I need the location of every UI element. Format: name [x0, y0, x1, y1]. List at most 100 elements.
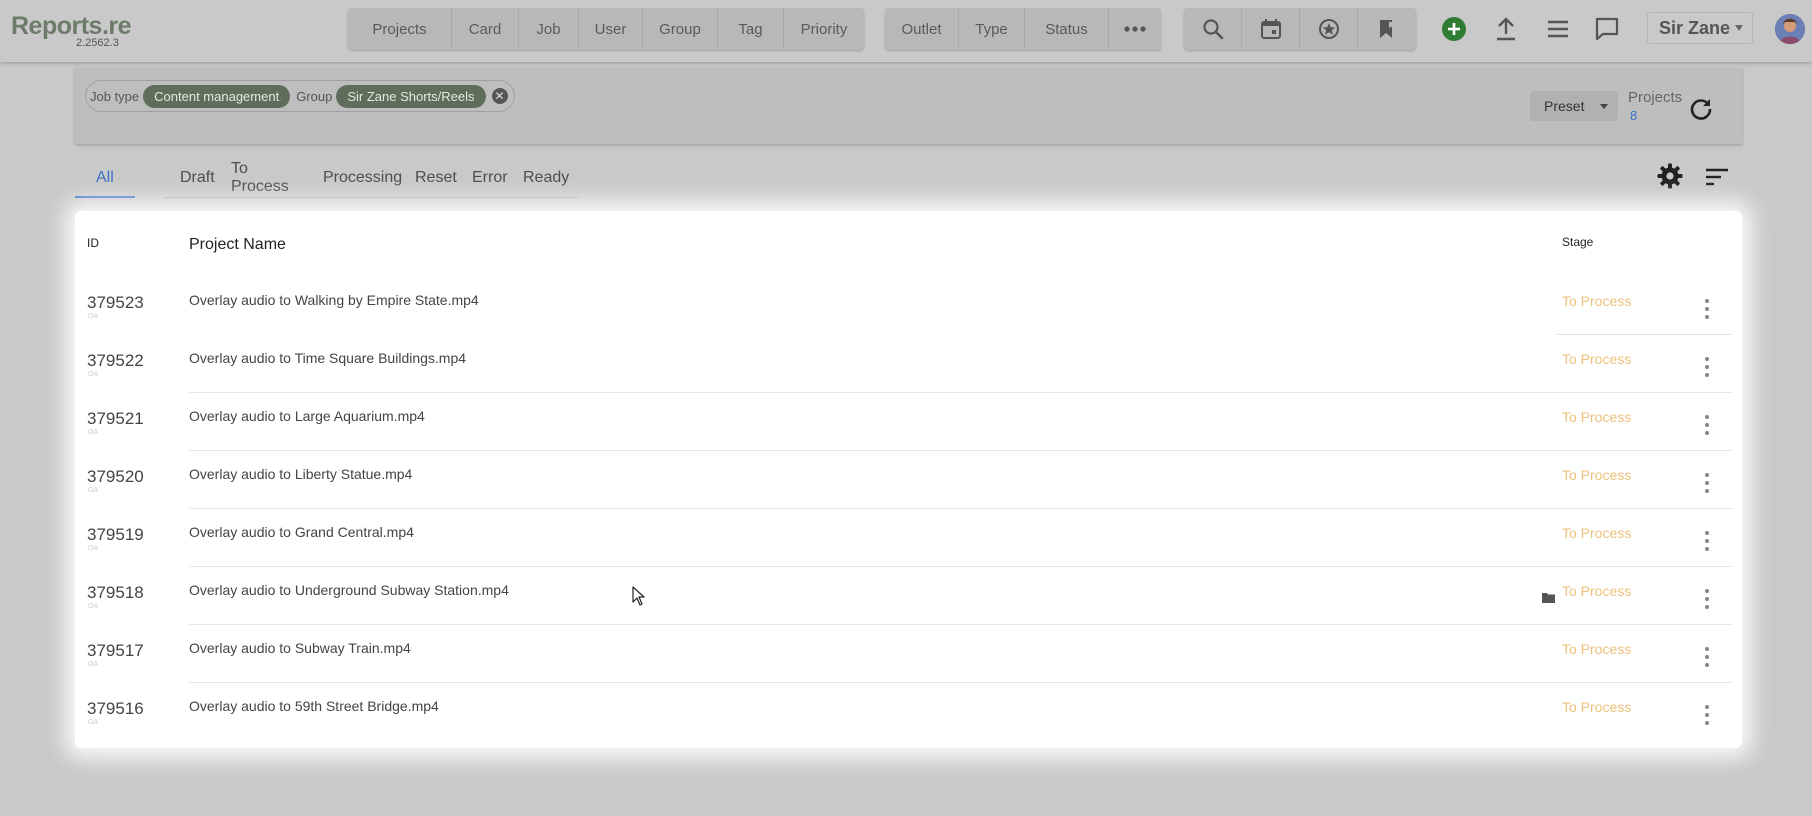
nav-status-button[interactable]: Status — [1025, 8, 1109, 50]
table-row[interactable]: 379516 OA Overlay audio to 59th Street B… — [75, 683, 1742, 741]
column-header-stage[interactable]: Stage — [1562, 235, 1593, 249]
row-project-name[interactable]: Overlay audio to Walking by Empire State… — [189, 292, 479, 308]
table-row[interactable]: 379519 OA Overlay audio to Grand Central… — [75, 509, 1742, 567]
add-button[interactable] — [1439, 14, 1469, 44]
calendar-button[interactable] — [1242, 8, 1300, 50]
tab-to-process[interactable]: To Process — [231, 158, 289, 198]
tab-processing[interactable]: Processing — [323, 158, 402, 198]
nav-job-button[interactable]: Job — [519, 8, 579, 50]
row-menu-button[interactable] — [1700, 587, 1714, 611]
row-project-name[interactable]: Overlay audio to Underground Subway Stat… — [189, 582, 509, 598]
nav-projects-button[interactable]: Projects — [348, 8, 452, 50]
table-row[interactable]: 379523 OA Overlay audio to Walking by Em… — [75, 277, 1742, 335]
nav-priority-button[interactable]: Priority — [784, 8, 864, 50]
tab-error[interactable]: Error — [472, 158, 508, 198]
sort-icon — [1704, 164, 1730, 190]
bookmarks-button[interactable] — [1358, 8, 1416, 50]
job-type-filter-label: Job type — [90, 88, 140, 104]
nav-type-button[interactable]: Type — [959, 8, 1025, 50]
row-project-name[interactable]: Overlay audio to Time Square Buildings.m… — [189, 350, 466, 366]
primary-filter-group: Projects Card Job User Group Tag Priorit… — [348, 8, 864, 50]
nav-card-button[interactable]: Card — [452, 8, 519, 50]
user-name: Sir Zane — [1659, 17, 1731, 38]
favorites-button[interactable] — [1300, 8, 1358, 50]
tab-reset[interactable]: Reset — [415, 158, 457, 198]
row-menu-button[interactable] — [1700, 471, 1714, 495]
row-project-name[interactable]: Overlay audio to Large Aquarium.mp4 — [189, 408, 425, 424]
row-menu-button[interactable] — [1700, 297, 1714, 321]
tab-ready[interactable]: Ready — [523, 158, 569, 198]
preset-label: Preset — [1544, 98, 1585, 114]
column-header-id[interactable]: ID — [87, 236, 99, 250]
group-filter-chip[interactable]: Sir Zane Shorts/Reels — [336, 84, 486, 108]
more-vertical-icon — [1705, 705, 1709, 709]
row-id: 379518 — [87, 583, 144, 602]
folder-icon[interactable] — [1542, 590, 1555, 603]
row-stage: To Process — [1562, 409, 1632, 425]
projects-count-label: Projects — [1628, 89, 1683, 106]
preset-dropdown[interactable]: Preset — [1530, 91, 1618, 121]
row-project-name[interactable]: Overlay audio to Subway Train.mp4 — [189, 640, 411, 656]
more-vertical-icon — [1705, 531, 1709, 535]
table-row[interactable]: 379520 OA Overlay audio to Liberty Statu… — [75, 451, 1742, 509]
more-vertical-icon — [1705, 357, 1709, 361]
table-row[interactable]: 379522 OA Overlay audio to Time Square B… — [75, 335, 1742, 393]
job-type-filter-chip[interactable]: Content management — [143, 84, 291, 108]
row-sub-code: OA — [88, 603, 99, 610]
app-logo[interactable]: Reports.re 2.2562.3 — [11, 12, 132, 52]
nav-tag-button[interactable]: Tag — [718, 8, 784, 50]
search-button[interactable] — [1184, 8, 1242, 50]
row-id: 379522 — [87, 351, 144, 370]
row-id: 379517 — [87, 641, 144, 660]
more-button[interactable] — [1109, 8, 1161, 50]
table-row[interactable]: 379521 OA Overlay audio to Large Aquariu… — [75, 393, 1742, 451]
more-vertical-icon — [1705, 299, 1709, 303]
refresh-icon — [1688, 96, 1714, 122]
row-project-name[interactable]: Overlay audio to Liberty Statue.mp4 — [189, 466, 412, 482]
bookmark-icon — [1377, 18, 1397, 40]
avatar[interactable] — [1775, 14, 1805, 44]
active-filters: Job type Content management Group Sir Za… — [85, 80, 515, 112]
menu-icon — [1546, 18, 1570, 40]
column-header-project-name[interactable]: Project Name — [189, 236, 286, 254]
logo-text: Reports.re — [11, 12, 132, 40]
row-menu-button[interactable] — [1700, 529, 1714, 553]
chat-button[interactable] — [1592, 14, 1622, 44]
row-sub-code: OA — [88, 545, 99, 552]
refresh-button[interactable] — [1688, 96, 1714, 122]
more-vertical-icon — [1705, 473, 1709, 477]
star-badge-icon — [1318, 18, 1340, 40]
upload-icon — [1494, 16, 1518, 42]
chevron-down-icon — [1735, 25, 1743, 31]
projects-count-value: 8 — [1630, 108, 1638, 123]
search-icon — [1201, 17, 1225, 41]
nav-group-button[interactable]: Group — [643, 8, 718, 50]
row-menu-button[interactable] — [1700, 413, 1714, 437]
row-sub-code: OA — [88, 661, 99, 668]
table-settings-button[interactable] — [1656, 162, 1684, 190]
row-menu-button[interactable] — [1700, 703, 1714, 727]
nav-user-button[interactable]: User — [579, 8, 643, 50]
more-vertical-icon — [1705, 647, 1709, 651]
row-menu-button[interactable] — [1700, 355, 1714, 379]
table-row[interactable]: 379517 OA Overlay audio to Subway Train.… — [75, 625, 1742, 683]
sort-button[interactable] — [1704, 164, 1730, 190]
table-row[interactable]: 379518 OA Overlay audio to Underground S… — [75, 567, 1742, 625]
active-tab-indicator — [75, 196, 135, 198]
more-horizontal-icon — [1123, 25, 1147, 33]
group-filter-label: Group — [296, 88, 333, 104]
row-stage: To Process — [1562, 525, 1632, 541]
upload-button[interactable] — [1491, 14, 1521, 44]
tab-draft[interactable]: Draft — [180, 158, 215, 198]
top-navigation-bar: Reports.re 2.2562.3 Projects Card Job Us… — [0, 0, 1812, 62]
menu-button[interactable] — [1543, 14, 1573, 44]
secondary-filter-group: Outlet Type Status — [885, 8, 1161, 50]
row-project-name[interactable]: Overlay audio to 59th Street Bridge.mp4 — [189, 698, 439, 714]
tab-all[interactable]: All — [96, 158, 114, 198]
row-stage: To Process — [1562, 641, 1632, 657]
row-menu-button[interactable] — [1700, 645, 1714, 669]
user-menu-button[interactable]: Sir Zane — [1647, 12, 1753, 44]
row-project-name[interactable]: Overlay audio to Grand Central.mp4 — [189, 524, 414, 540]
clear-filters-icon[interactable]: ✕ — [491, 88, 508, 104]
nav-outlet-button[interactable]: Outlet — [885, 8, 959, 50]
